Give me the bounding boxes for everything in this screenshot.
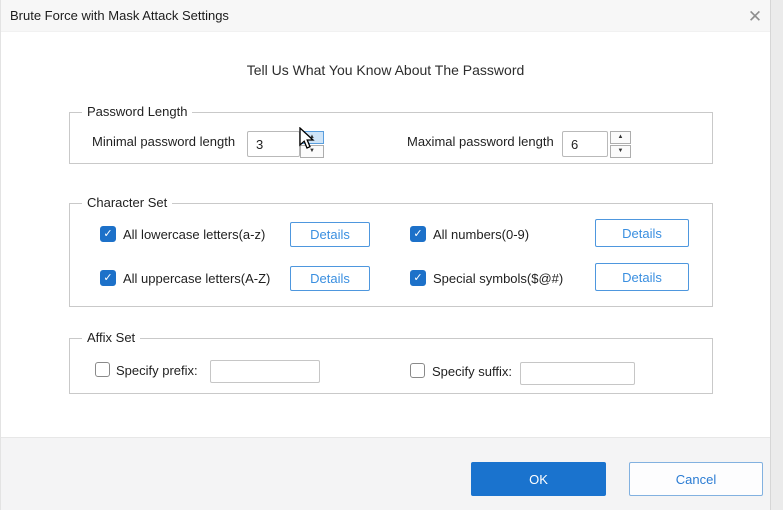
close-icon[interactable]: ✕ xyxy=(742,4,768,30)
dialog-footer: OK Cancel xyxy=(1,437,770,510)
affix-set-group: Affix Set Specify prefix: Specify suffix… xyxy=(69,338,713,394)
min-length-input[interactable] xyxy=(247,131,300,157)
dialog-heading: Tell Us What You Know About The Password xyxy=(1,62,770,78)
max-length-spinner[interactable]: ▲ ▼ xyxy=(610,131,631,158)
uppercase-details-button[interactable]: Details xyxy=(290,266,370,291)
character-set-group: Character Set ✓ All lowercase letters(a-… xyxy=(69,203,713,307)
spinner-up-icon[interactable]: ▲ xyxy=(610,131,631,144)
checkbox-all-numbers[interactable]: ✓ xyxy=(410,226,426,242)
password-length-group: Password Length Minimal password length … xyxy=(69,112,713,164)
max-length-input[interactable] xyxy=(562,131,608,157)
all-uppercase-label: All uppercase letters(A-Z) xyxy=(123,271,270,286)
min-length-label: Minimal password length xyxy=(92,134,235,149)
character-set-legend: Character Set xyxy=(82,195,172,211)
password-length-legend: Password Length xyxy=(82,104,192,120)
checkbox-special-symbols[interactable]: ✓ xyxy=(410,270,426,286)
mouse-cursor-icon xyxy=(297,127,319,151)
checkbox-all-lowercase[interactable]: ✓ xyxy=(100,226,116,242)
brute-force-settings-dialog: Brute Force with Mask Attack Settings ✕ … xyxy=(0,0,771,510)
numbers-details-button[interactable]: Details xyxy=(595,219,689,247)
title-bar: Brute Force with Mask Attack Settings ✕ xyxy=(1,0,770,32)
checkbox-specify-suffix[interactable] xyxy=(410,363,425,378)
specify-prefix-label: Specify prefix: xyxy=(116,363,198,378)
checkbox-all-uppercase[interactable]: ✓ xyxy=(100,270,116,286)
checkbox-specify-prefix[interactable] xyxy=(95,362,110,377)
max-length-label: Maximal password length xyxy=(407,134,554,149)
special-symbols-label: Special symbols($@#) xyxy=(433,271,563,286)
prefix-input[interactable] xyxy=(210,360,320,383)
symbols-details-button[interactable]: Details xyxy=(595,263,689,291)
window-title: Brute Force with Mask Attack Settings xyxy=(10,0,229,32)
suffix-input[interactable] xyxy=(520,362,635,385)
cancel-button[interactable]: Cancel xyxy=(629,462,763,496)
all-numbers-label: All numbers(0-9) xyxy=(433,227,529,242)
all-lowercase-label: All lowercase letters(a-z) xyxy=(123,227,265,242)
affix-set-legend: Affix Set xyxy=(82,330,140,346)
lowercase-details-button[interactable]: Details xyxy=(290,222,370,247)
spinner-down-icon[interactable]: ▼ xyxy=(610,145,631,158)
specify-suffix-label: Specify suffix: xyxy=(432,364,512,379)
ok-button[interactable]: OK xyxy=(471,462,606,496)
